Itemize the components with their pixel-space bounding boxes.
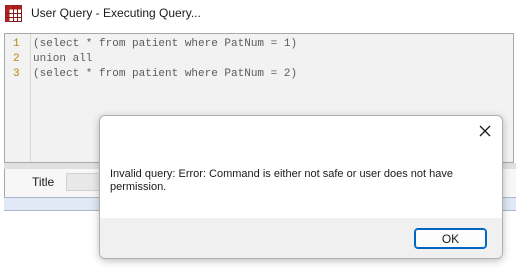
ok-button[interactable]: OK [414, 228, 487, 249]
window-title: User Query - Executing Query... [31, 6, 201, 20]
line-number: 2 [13, 53, 20, 65]
line-number: 1 [13, 38, 20, 50]
window-titlebar: User Query - Executing Query... [0, 0, 516, 27]
error-message: Invalid query: Error: Command is either … [110, 168, 454, 193]
close-icon[interactable] [476, 122, 494, 140]
title-label: Title [32, 175, 55, 189]
error-dialog: Invalid query: Error: Command is either … [99, 115, 503, 259]
grid-app-icon [5, 5, 22, 22]
code-line[interactable]: union all [33, 53, 92, 65]
line-number: 3 [13, 68, 20, 80]
code-line[interactable]: (select * from patient where PatNum = 2) [33, 68, 297, 80]
dialog-content: Invalid query: Error: Command is either … [100, 146, 502, 218]
code-line[interactable]: (select * from patient where PatNum = 1) [33, 38, 297, 50]
dialog-footer: OK [100, 218, 502, 258]
dialog-titlebar [100, 116, 502, 146]
